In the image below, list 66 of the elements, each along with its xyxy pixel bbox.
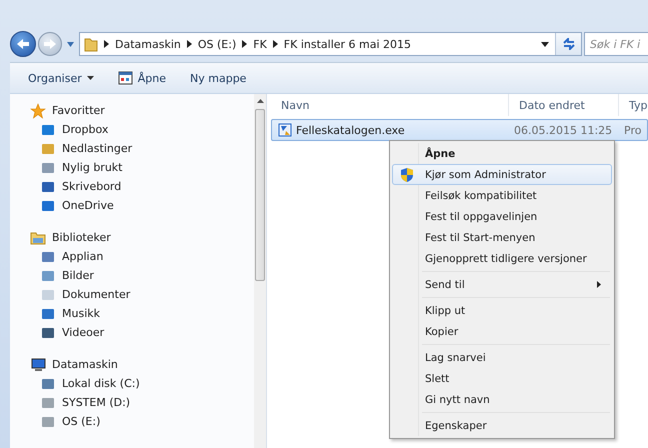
scrollbar-thumb[interactable] <box>255 109 265 281</box>
menu-item[interactable]: Kjør som Administrator <box>392 164 612 185</box>
menu-item[interactable]: Feilsøk kompatibilitet <box>392 185 612 206</box>
breadcrumb[interactable]: Datamaskin <box>115 38 181 50</box>
column-header[interactable]: Navn <box>271 94 509 116</box>
new-folder-button[interactable]: Ny mappe <box>180 68 256 88</box>
sidebar-item[interactable]: OneDrive <box>10 196 254 215</box>
dropdown-icon[interactable] <box>541 42 549 46</box>
back-button[interactable] <box>10 31 36 57</box>
shield-icon <box>400 166 414 182</box>
open-button[interactable]: Åpne <box>108 67 176 89</box>
refresh-button[interactable] <box>555 33 581 55</box>
file-name-cell: Felleskatalogen.exe <box>272 123 510 137</box>
menu-item[interactable]: Slett <box>392 368 612 389</box>
sidebar-item[interactable]: Musikk <box>10 304 254 323</box>
forward-arrow-icon <box>43 38 57 50</box>
menu-item[interactable]: Fest til oppgavelinjen <box>392 206 612 227</box>
sidebar-item[interactable]: Dokumenter <box>10 285 254 304</box>
sidebar-item[interactable]: Biblioteker <box>10 228 254 247</box>
column-header[interactable]: Dato endret <box>509 94 619 116</box>
sidebar-item[interactable]: Lokal disk (C:) <box>10 374 254 393</box>
star-icon <box>30 102 46 118</box>
sidebar-item[interactable]: OS (E:) <box>10 412 254 431</box>
scroll-up-arrow-icon[interactable] <box>256 99 264 103</box>
date-cell-text: 06.05.2015 11:25 <box>513 124 614 136</box>
chevron-icon[interactable] <box>242 40 248 48</box>
submenu-arrow-icon <box>597 281 601 288</box>
chevron-icon[interactable] <box>186 40 192 48</box>
library-folder-icon <box>30 230 46 246</box>
file-row[interactable]: Felleskatalogen.exe 06.05.2015 11:25 Pro <box>271 119 648 141</box>
sidebar-item[interactable]: Datamaskin <box>10 355 254 374</box>
menu-item[interactable]: Lag snarvei <box>392 347 612 368</box>
sidebar-item[interactable]: Applian <box>10 247 254 266</box>
sidebar-item[interactable]: Skrivebord <box>10 177 254 196</box>
program-icon <box>278 123 292 137</box>
menu-item[interactable]: Kopier <box>392 321 612 342</box>
sidebar-item[interactable]: Dropbox <box>10 120 254 139</box>
type-cell: Pro <box>624 124 642 136</box>
menu-item[interactable]: Åpne <box>392 143 612 164</box>
menu-item[interactable]: Egenskaper <box>392 415 612 436</box>
breadcrumb[interactable]: FK <box>253 38 267 50</box>
sidebar-item[interactable]: Nedlastinger <box>10 139 254 158</box>
back-arrow-icon <box>16 38 30 50</box>
menu-item[interactable]: Gjenopprett tidligere versjoner <box>392 248 612 269</box>
menu-item[interactable]: Fest til Start-menyen <box>392 227 612 248</box>
refresh-icon <box>562 38 576 50</box>
address-bar[interactable]: Datamaskin OS (E:) FK FK installer 6 mai 2015 <box>79 32 582 56</box>
sidebar-item[interactable]: Videoer <box>10 323 254 342</box>
window-icon <box>118 71 133 85</box>
breadcrumb[interactable]: FK installer 6 mai 2015 <box>284 38 412 50</box>
chevron-icon[interactable] <box>272 40 278 48</box>
folder-icon <box>84 36 98 52</box>
menu-item[interactable]: Gi nytt navn <box>392 389 612 410</box>
sidebar-item[interactable]: Nylig brukt <box>10 158 254 177</box>
breadcrumb[interactable]: OS (E:) <box>198 38 236 50</box>
menu-item[interactable]: Klipp ut <box>392 300 612 321</box>
menu-item[interactable]: Send til <box>392 274 612 295</box>
search-field[interactable]: Søk i FK i <box>584 32 648 56</box>
organise-button[interactable]: Organiser <box>18 68 104 88</box>
sidebar-item[interactable]: Bilder <box>10 266 254 285</box>
computer-icon <box>30 356 46 372</box>
column-header[interactable]: Typ <box>619 94 648 116</box>
sidebar-item[interactable]: Favoritter <box>10 101 254 120</box>
chevron-icon[interactable] <box>104 40 109 48</box>
sidebar-item[interactable]: SYSTEM (D:) <box>10 393 254 412</box>
caret-icon <box>86 76 94 80</box>
